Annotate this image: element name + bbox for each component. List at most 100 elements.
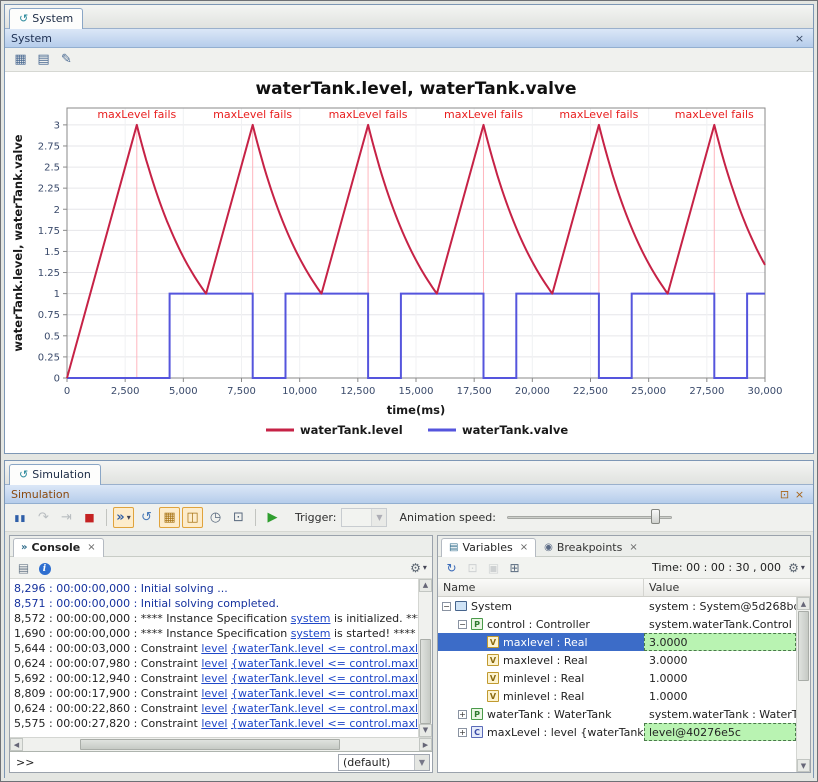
terminate-button[interactable]: ■ xyxy=(79,507,100,528)
scroll-left-icon[interactable]: ◀ xyxy=(10,738,23,751)
console-link[interactable]: {waterTank.level <= control.maxlevel} xyxy=(231,657,432,670)
variable-value-cell[interactable]: system.waterTank.Control :... xyxy=(644,615,796,633)
variables-settings-button[interactable]: ⚙▾ xyxy=(787,558,806,577)
plot-settings-button[interactable]: ✎ xyxy=(56,49,77,70)
close-icon[interactable]: × xyxy=(792,32,807,45)
variable-row[interactable]: +CmaxLevel : level {waterTank...level@40… xyxy=(438,723,810,741)
save-image-button[interactable]: ▤ xyxy=(33,49,54,70)
column-header-value[interactable]: Value xyxy=(644,579,810,596)
tab-breakpoints[interactable]: ◉ Breakpoints × xyxy=(536,538,646,557)
variable-name-cell[interactable]: +CmaxLevel : level {waterTank... xyxy=(438,723,644,741)
console-link[interactable]: level xyxy=(201,672,227,685)
scrollbar-thumb[interactable] xyxy=(420,639,431,724)
console-log[interactable]: 8,296 : 00:00:00,000 : Initial solving .… xyxy=(10,579,432,737)
variable-row[interactable]: Vmaxlevel : Real3.0000 xyxy=(438,633,810,651)
console-command-input[interactable] xyxy=(40,756,332,769)
scroll-down-icon[interactable]: ▼ xyxy=(797,759,810,772)
close-icon[interactable]: × xyxy=(792,488,807,501)
column-header-name[interactable]: Name xyxy=(438,579,644,596)
console-vertical-scrollbar[interactable]: ▲ ▼ xyxy=(418,579,432,737)
scroll-up-icon[interactable]: ▲ xyxy=(797,597,810,610)
variable-name: control : Controller xyxy=(487,618,590,631)
variable-value-cell[interactable]: system : System@5d268bd8 xyxy=(644,597,796,615)
tab-console[interactable]: » Console × xyxy=(13,538,104,557)
close-icon[interactable]: × xyxy=(629,542,637,553)
variable-value-cell[interactable]: level@40276e5c xyxy=(644,723,796,741)
console-link[interactable]: {waterTank.level <= control.maxlevel} xyxy=(231,702,432,715)
console-link[interactable]: {waterTank.level <= control.maxlevel} xyxy=(231,672,432,685)
simulation-title: Simulation xyxy=(11,488,777,501)
engine-select[interactable]: (default) ▼ xyxy=(338,754,430,771)
info-button[interactable]: i xyxy=(35,558,54,577)
console-link[interactable]: system xyxy=(291,612,331,625)
export-variables-button[interactable]: ⊡ xyxy=(463,558,482,577)
scroll-down-icon[interactable]: ▼ xyxy=(419,724,432,737)
variable-row[interactable]: +PwaterTank : WaterTanksystem.waterTank … xyxy=(438,705,810,723)
float-window-icon[interactable]: ⊡ xyxy=(777,488,792,501)
animation-toggle-button[interactable]: ↺ xyxy=(136,507,157,528)
console-link[interactable]: system xyxy=(291,627,331,640)
variable-value-cell[interactable]: 3.0000 xyxy=(644,633,796,651)
console-settings-button[interactable]: ⚙▾ xyxy=(409,558,428,577)
open-log-button[interactable]: ▤ xyxy=(14,558,33,577)
variable-name-cell[interactable]: Vmaxlevel : Real xyxy=(438,633,644,651)
slider-thumb[interactable] xyxy=(651,509,660,524)
variable-name-cell[interactable]: +PwaterTank : WaterTank xyxy=(438,705,644,723)
scrollbar-thumb[interactable] xyxy=(798,611,809,681)
snapshot-button[interactable]: ▣ xyxy=(484,558,503,577)
export-button[interactable]: ⊡ xyxy=(228,507,249,528)
variable-value-cell[interactable]: 1.0000 xyxy=(644,669,796,687)
console-link[interactable]: level xyxy=(201,657,227,670)
expand-tree-icon: ⊞ xyxy=(509,561,519,575)
close-icon[interactable]: × xyxy=(520,542,528,553)
variable-name-cell[interactable]: −System xyxy=(438,597,644,615)
close-icon[interactable]: × xyxy=(87,542,95,553)
console-link[interactable]: {waterTank.level <= control.maxlevel} xyxy=(231,687,432,700)
variable-row[interactable]: −Systemsystem : System@5d268bd8 xyxy=(438,597,810,615)
tab-variables[interactable]: ▤ Variables × xyxy=(441,538,536,557)
console-link[interactable]: {waterTank.level <= control.maxlevel} xyxy=(231,717,432,730)
grid-toggle-button[interactable]: ▦ xyxy=(159,507,180,528)
expand-icon[interactable]: + xyxy=(458,728,467,737)
expand-icon[interactable]: + xyxy=(458,710,467,719)
tab-system[interactable]: ↺ System xyxy=(9,8,83,29)
variable-name-cell[interactable]: Vminlevel : Real xyxy=(438,669,644,687)
console-link[interactable]: {waterTank.level <= control.maxlevel} xyxy=(231,642,432,655)
variable-value-cell[interactable]: 1.0000 xyxy=(644,687,796,705)
collapse-icon[interactable]: − xyxy=(442,602,451,611)
variable-row[interactable]: Vminlevel : Real1.0000 xyxy=(438,687,810,705)
expand-tree-button[interactable]: ⊞ xyxy=(505,558,524,577)
console-text: is started! **** xyxy=(330,627,415,640)
resume-button[interactable]: ↷ xyxy=(33,507,54,528)
console-link[interactable]: level xyxy=(201,702,227,715)
variable-value-cell[interactable]: 3.0000 xyxy=(644,651,796,669)
console-horizontal-scrollbar[interactable]: ◀ ▶ xyxy=(10,737,432,751)
tab-simulation[interactable]: ↺ Simulation xyxy=(9,464,101,485)
console-menu-button[interactable]: »▾ xyxy=(113,507,134,528)
variable-value-cell[interactable]: system.waterTank : WaterT... xyxy=(644,705,796,723)
panes-toggle-button[interactable]: ◫ xyxy=(182,507,203,528)
console-link[interactable]: level xyxy=(201,687,227,700)
variable-row[interactable]: Vminlevel : Real1.0000 xyxy=(438,669,810,687)
console-link[interactable]: level xyxy=(201,642,227,655)
variable-row[interactable]: Vmaxlevel : Real3.0000 xyxy=(438,651,810,669)
copy-data-button[interactable]: ▦ xyxy=(10,49,31,70)
console-link[interactable]: level xyxy=(201,717,227,730)
variable-name-cell[interactable]: Vmaxlevel : Real xyxy=(438,651,644,669)
trigger-select[interactable]: ▼ xyxy=(341,508,387,527)
step-button[interactable]: ⇥ xyxy=(56,507,77,528)
variable-name-cell[interactable]: −Pcontrol : Controller xyxy=(438,615,644,633)
collapse-icon[interactable]: − xyxy=(458,620,467,629)
clock-button[interactable]: ◷ xyxy=(205,507,226,528)
scroll-right-icon[interactable]: ▶ xyxy=(419,738,432,751)
scroll-up-icon[interactable]: ▲ xyxy=(419,579,432,592)
refresh-button[interactable]: ↻ xyxy=(442,558,461,577)
pause-button[interactable]: ▮▮ xyxy=(10,507,31,528)
variables-vertical-scrollbar[interactable]: ▲ ▼ xyxy=(796,597,810,772)
animation-speed-slider[interactable] xyxy=(507,507,672,528)
step2-icon: ⇥ xyxy=(61,510,72,525)
scrollbar-thumb[interactable] xyxy=(80,739,340,750)
variable-row[interactable]: −Pcontrol : Controllersystem.waterTank.C… xyxy=(438,615,810,633)
variable-name-cell[interactable]: Vminlevel : Real xyxy=(438,687,644,705)
run-validation-button[interactable]: ▶ xyxy=(262,507,283,528)
